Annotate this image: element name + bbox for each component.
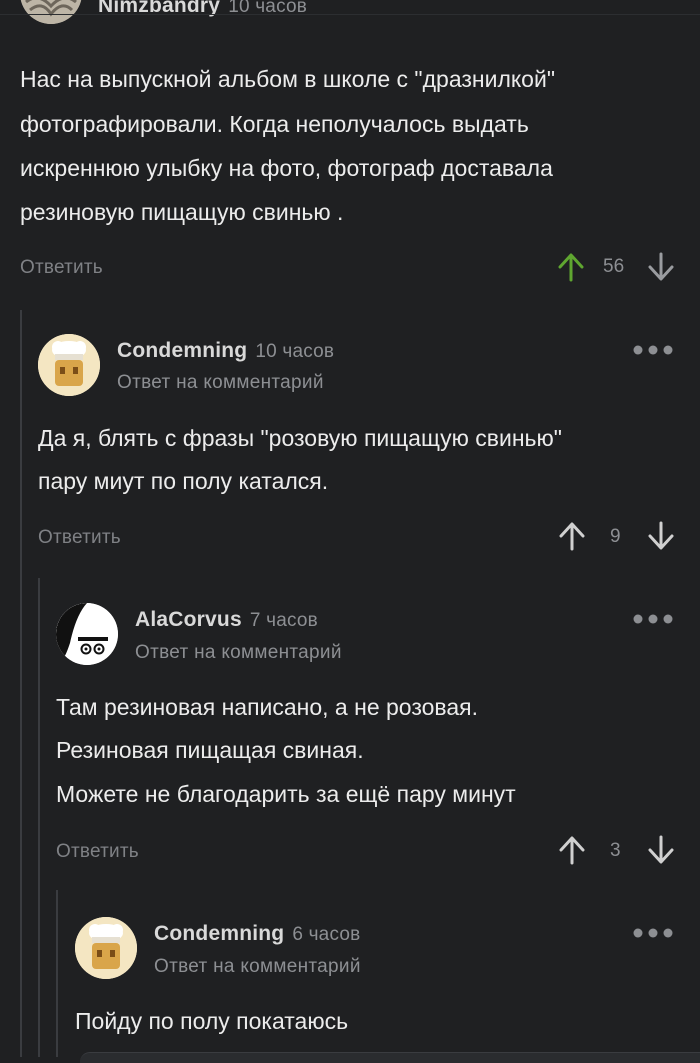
comment-line: Нас на выпускной альбом в школе с "дразн… bbox=[20, 66, 555, 92]
top-comment-author[interactable]: Nimzbandry 10 часов bbox=[98, 0, 307, 18]
comment-time: 7 часов bbox=[249, 610, 318, 631]
arrow-down-icon[interactable] bbox=[648, 835, 674, 865]
reply-note[interactable]: Ответ на комментарий bbox=[135, 642, 342, 664]
author-name[interactable]: Condemning bbox=[154, 922, 284, 945]
comment-line: пару миут по полу катался. bbox=[38, 468, 329, 494]
arrow-down-icon[interactable] bbox=[648, 252, 674, 282]
comment-line: Можете не благодарить за ещё пару минут bbox=[56, 781, 516, 807]
reply-note[interactable]: Ответ на комментарий bbox=[154, 956, 361, 978]
comment-author[interactable]: Condemning 6 часов bbox=[154, 922, 360, 946]
comment-line: Да я, блять с фразы "розовую пищащую сви… bbox=[38, 425, 562, 451]
arrow-up-icon[interactable] bbox=[558, 252, 584, 282]
avatar[interactable] bbox=[38, 334, 100, 396]
rating-count: 56 bbox=[603, 256, 625, 277]
reply-button[interactable]: Ответить bbox=[38, 527, 121, 549]
reply-note[interactable]: Ответ на комментарий bbox=[117, 372, 324, 394]
reply-button[interactable]: Ответить bbox=[56, 841, 139, 863]
rating-count: 3 bbox=[610, 840, 621, 861]
thread-line bbox=[56, 890, 58, 1057]
comment-line: Резиновая пищащая свиная. bbox=[56, 737, 364, 763]
reply-button[interactable]: Ответить bbox=[20, 257, 103, 279]
bottom-input-edge bbox=[80, 1052, 700, 1063]
thread-line bbox=[20, 310, 22, 1057]
arrow-up-icon[interactable] bbox=[559, 835, 585, 865]
comment-author[interactable]: AlaCorvus 7 часов bbox=[135, 608, 318, 632]
avatar[interactable] bbox=[56, 603, 118, 665]
author-name[interactable]: Condemning bbox=[117, 339, 247, 362]
comment-line: фотографировали. Когда неполучалось выда… bbox=[20, 111, 529, 137]
comment-time: 6 часов bbox=[292, 924, 361, 945]
more-dots-icon[interactable] bbox=[632, 343, 674, 357]
comment-line: резиновую пищащую свинью . bbox=[20, 199, 344, 225]
thread-line bbox=[38, 578, 40, 1057]
avatar[interactable] bbox=[75, 917, 137, 979]
arrow-up-icon[interactable] bbox=[559, 521, 585, 551]
more-dots-icon[interactable] bbox=[632, 612, 674, 626]
top-comment-divider bbox=[0, 14, 700, 15]
arrow-down-icon[interactable] bbox=[648, 521, 674, 551]
comment-line: Пойду по полу покатаюсь bbox=[75, 1008, 349, 1034]
more-dots-icon[interactable] bbox=[632, 926, 674, 940]
comment-time: 10 часов bbox=[255, 341, 335, 362]
rating-count: 9 bbox=[610, 526, 621, 547]
comment-line: Там резиновая написано, а не розовая. bbox=[56, 694, 478, 720]
comment-line: искреннюю улыбку на фото, фотограф доста… bbox=[20, 155, 553, 181]
top-comment-avatar[interactable] bbox=[20, 0, 82, 24]
comment-author[interactable]: Condemning 10 часов bbox=[117, 339, 334, 363]
author-name[interactable]: AlaCorvus bbox=[135, 608, 242, 631]
